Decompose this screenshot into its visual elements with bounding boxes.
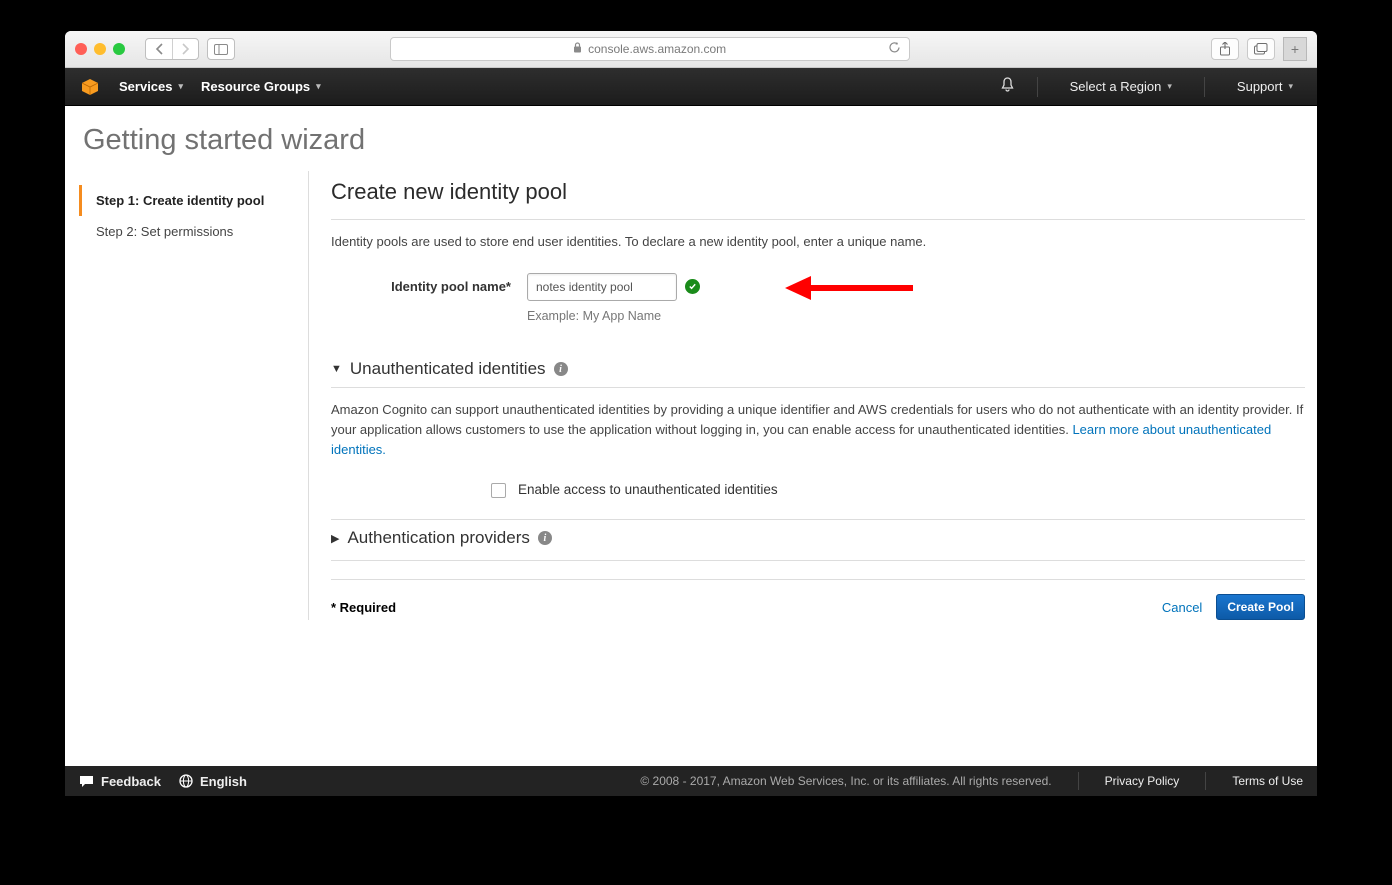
- reload-icon[interactable]: [888, 41, 901, 57]
- url-bar[interactable]: console.aws.amazon.com: [390, 37, 910, 61]
- divider: [1205, 772, 1206, 790]
- unauthenticated-section-header[interactable]: ▼ Unauthenticated identities i: [331, 351, 1305, 387]
- nav-buttons: [145, 38, 199, 60]
- browser-chrome: console.aws.amazon.com +: [65, 31, 1317, 68]
- privacy-policy-link[interactable]: Privacy Policy: [1105, 774, 1180, 788]
- copyright-text: © 2008 - 2017, Amazon Web Services, Inc.…: [640, 774, 1051, 788]
- main-content: Create new identity pool Identity pools …: [309, 171, 1311, 620]
- form-footer: * Required Cancel Create Pool: [331, 579, 1305, 620]
- divider: [1078, 772, 1079, 790]
- footer-bar: Feedback English © 2008 - 2017, Amazon W…: [65, 766, 1317, 796]
- window-controls: [75, 43, 125, 55]
- resource-groups-menu[interactable]: Resource Groups ▾: [201, 79, 321, 94]
- aws-logo-icon[interactable]: [79, 76, 101, 98]
- terms-of-use-link[interactable]: Terms of Use: [1232, 774, 1303, 788]
- info-icon[interactable]: i: [554, 362, 568, 376]
- resource-groups-label: Resource Groups: [201, 79, 310, 94]
- enable-unauth-row: Enable access to unauthenticated identit…: [331, 480, 1305, 501]
- triangle-down-icon: ▼: [331, 363, 342, 375]
- close-window-icon[interactable]: [75, 43, 87, 55]
- divider: [331, 219, 1305, 220]
- enable-unauth-checkbox[interactable]: [491, 483, 506, 498]
- check-circle-icon: [685, 279, 700, 294]
- services-label: Services: [119, 79, 173, 94]
- triangle-right-icon: ▶: [331, 532, 339, 545]
- minimize-window-icon[interactable]: [94, 43, 106, 55]
- divider: [331, 560, 1305, 561]
- wizard-steps-sidebar: Step 1: Create identity pool Step 2: Set…: [79, 171, 309, 620]
- back-button[interactable]: [146, 39, 172, 59]
- info-icon[interactable]: i: [538, 531, 552, 545]
- feedback-button[interactable]: Feedback: [79, 774, 161, 789]
- wizard-step-2[interactable]: Step 2: Set permissions: [79, 216, 308, 247]
- chevron-down-icon: ▾: [316, 81, 321, 92]
- url-text: console.aws.amazon.com: [588, 42, 726, 56]
- show-sidebar-button[interactable]: [207, 38, 235, 60]
- auth-providers-section-header[interactable]: ▶ Authentication providers i: [331, 519, 1305, 556]
- auth-providers-heading: Authentication providers: [347, 528, 529, 548]
- cancel-button[interactable]: Cancel: [1162, 600, 1202, 615]
- chrome-right: +: [1211, 37, 1307, 61]
- share-button[interactable]: [1211, 38, 1239, 60]
- identity-pool-name-label: Identity pool name*: [331, 273, 511, 294]
- support-label: Support: [1237, 79, 1283, 94]
- aws-top-nav: Services ▾ Resource Groups ▾ Select a Re…: [65, 68, 1317, 106]
- forward-button[interactable]: [172, 39, 198, 59]
- tabs-button[interactable]: [1247, 38, 1275, 60]
- identity-pool-name-input[interactable]: [527, 273, 677, 301]
- services-menu[interactable]: Services ▾: [119, 79, 183, 94]
- page-title: Getting started wizard: [65, 106, 1317, 171]
- divider: [1037, 77, 1038, 97]
- language-selector[interactable]: English: [179, 774, 247, 789]
- create-pool-button[interactable]: Create Pool: [1216, 594, 1305, 620]
- maximize-window-icon[interactable]: [113, 43, 125, 55]
- section-description: Identity pools are used to store end use…: [331, 234, 1305, 249]
- wizard-step-1[interactable]: Step 1: Create identity pool: [79, 185, 308, 216]
- section-heading: Create new identity pool: [331, 179, 1305, 205]
- new-tab-button[interactable]: +: [1283, 37, 1307, 61]
- lock-icon: [573, 42, 582, 56]
- page-body: Getting started wizard Step 1: Create id…: [65, 106, 1317, 766]
- chevron-down-icon: ▾: [1288, 81, 1293, 92]
- notifications-icon[interactable]: [1000, 77, 1015, 96]
- feedback-label: Feedback: [101, 774, 161, 789]
- region-selector[interactable]: Select a Region ▾: [1060, 79, 1182, 94]
- language-label: English: [200, 774, 247, 789]
- chevron-down-icon: ▾: [1167, 81, 1172, 92]
- chevron-down-icon: ▾: [179, 81, 184, 92]
- required-note: * Required: [331, 600, 396, 615]
- unauth-heading: Unauthenticated identities: [350, 359, 546, 379]
- identity-pool-name-row: Identity pool name* Example: My App Name: [331, 273, 1305, 323]
- example-hint: Example: My App Name: [527, 309, 677, 323]
- browser-window: console.aws.amazon.com + Services ▾ Reso…: [65, 31, 1317, 796]
- enable-unauth-label: Enable access to unauthenticated identit…: [518, 480, 778, 501]
- divider: [1204, 77, 1205, 97]
- region-label: Select a Region: [1070, 79, 1162, 94]
- unauth-section-body: Amazon Cognito can support unauthenticat…: [331, 387, 1305, 519]
- support-menu[interactable]: Support ▾: [1227, 79, 1303, 94]
